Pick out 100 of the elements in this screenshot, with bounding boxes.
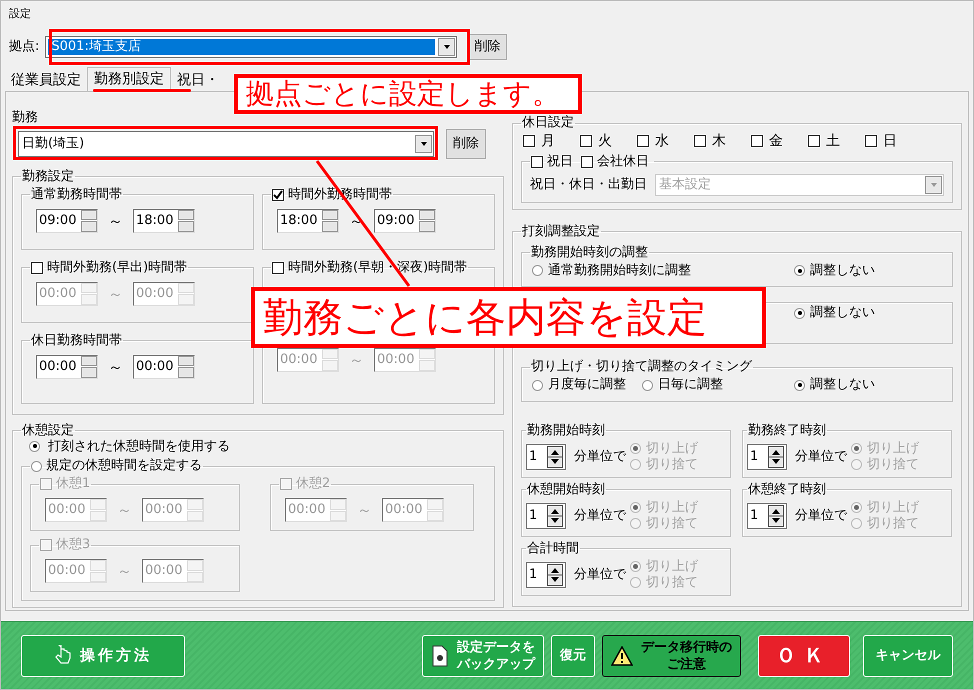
group-title: 切り上げ・切り捨て調整のタイミング (531, 359, 752, 376)
option-label: 調整しない (810, 377, 875, 393)
group-title: 休日設定 (522, 115, 574, 131)
tilde-text: ～ (108, 358, 123, 376)
option-label: 打刻された休憩時間を使用する (48, 438, 230, 454)
radio-button[interactable] (29, 440, 40, 452)
option-label: 規定の休憩時間を設定する (46, 458, 202, 474)
group-title: 休日勤務時間帯 (31, 332, 122, 349)
group-title: 休憩3 (56, 537, 90, 554)
option-label: 切り上げ (867, 500, 919, 516)
group-title: 勤務終了時刻 (748, 422, 826, 439)
shift-label: 勤務 (12, 110, 39, 126)
warning-icon (611, 646, 633, 666)
unit-label: 分単位で (574, 449, 626, 465)
option-label: 通常勤務開始時刻に調整 (548, 262, 691, 278)
option-label: 切り捨て (867, 516, 919, 532)
tilde-text: ～ (357, 501, 372, 520)
callout-text: 拠点ごとに設定します。 (234, 74, 582, 114)
time-field[interactable]: 00:00 (36, 354, 98, 379)
tab[interactable]: 祝日・ (173, 70, 223, 91)
checkbox[interactable] (272, 262, 284, 274)
tab[interactable]: 勤務別設定 (87, 67, 171, 91)
caret-icon (444, 45, 450, 49)
unit-label: 分単位で (574, 508, 626, 524)
radio-button[interactable] (794, 380, 805, 391)
branch-dropdown[interactable]: S001:埼玉支店 (45, 36, 458, 58)
radio-button[interactable] (794, 265, 805, 276)
group-title: 休憩終了時刻 (748, 482, 826, 498)
option-label: 調整しない (810, 262, 875, 278)
unit-label: 分単位で (795, 508, 847, 524)
caret-icon (930, 182, 936, 187)
day-label: 木 (712, 133, 726, 150)
day-label: 日 (883, 133, 897, 150)
group-title: 勤務開始時刻の調整 (531, 244, 648, 261)
checkbox[interactable] (523, 135, 535, 148)
tilde-text: ～ (349, 212, 364, 230)
checkbox[interactable] (637, 135, 649, 148)
unit-label: 分単位で (795, 449, 847, 465)
checkbox[interactable] (580, 135, 592, 148)
checkbox[interactable] (694, 135, 706, 148)
time-field[interactable]: 00:00 (133, 354, 195, 379)
group-title: 休憩開始時刻 (527, 482, 605, 498)
radio-button[interactable] (31, 460, 42, 472)
option-label: 切り上げ (867, 440, 919, 457)
tab[interactable]: 従業員設定 (7, 70, 85, 91)
option-label: 祝日 (547, 154, 573, 170)
delete-button[interactable]: 削除 (467, 34, 508, 60)
option-label: 月度毎に調整 (548, 377, 626, 393)
group-title: 休憩設定 (22, 422, 74, 439)
calendar-label: 祝日・休日・出勤日 (530, 177, 647, 193)
checkbox[interactable] (581, 156, 593, 168)
window-title: 設定 (8, 6, 32, 22)
checkbox[interactable] (531, 156, 543, 168)
radio-button[interactable] (532, 380, 543, 391)
radio-button[interactable] (532, 265, 543, 276)
day-label: 月 (541, 133, 555, 150)
day-label: 金 (769, 133, 783, 150)
hand-pointer-icon (54, 644, 72, 666)
shift-dropdown[interactable]: 日勤(埼玉) (18, 130, 434, 157)
checkbox[interactable] (751, 135, 763, 148)
group-title: 時間外勤務(早出)時間帯 (47, 260, 188, 276)
time-field[interactable]: 09:00 (374, 208, 436, 233)
delete-button[interactable]: 削除 (446, 128, 486, 159)
option-label: 会社休日 (597, 154, 649, 170)
time-field[interactable]: 18:00 (133, 208, 195, 233)
radio-button[interactable] (794, 308, 805, 319)
option-label: 切り捨て (646, 516, 698, 532)
day-label: 土 (826, 133, 840, 150)
spinner-icon (547, 504, 563, 527)
option-label: 切り捨て (646, 456, 698, 473)
notice-button[interactable]: データ移行時の ご注意 (602, 634, 741, 676)
time-field[interactable]: 18:00 (277, 208, 339, 233)
option-label: 日毎に調整 (658, 377, 723, 393)
option-label: 切り捨て (646, 574, 698, 591)
ok-button[interactable]: ＯＫ (758, 634, 850, 676)
spinner-icon (768, 504, 784, 527)
option-label: 切り上げ (646, 440, 698, 457)
branch-label: 拠点: (9, 39, 40, 55)
spinner-icon (768, 446, 784, 468)
checkbox[interactable] (808, 135, 820, 148)
callout-text: 勤務ごとに各内容を設定 (251, 287, 766, 348)
option-label: 切り捨て (867, 456, 919, 473)
group-title: 休憩2 (296, 476, 330, 492)
option-label: 切り上げ (646, 500, 698, 516)
caret-icon (420, 142, 426, 146)
day-label: 火 (598, 133, 612, 150)
unit-label: 分単位で (574, 567, 626, 583)
checkbox[interactable] (272, 188, 284, 201)
day-label: 水 (655, 133, 669, 150)
tilde-text: ～ (117, 501, 132, 520)
spinner-icon (547, 446, 563, 468)
tilde-text: ～ (349, 350, 364, 369)
radio-button[interactable] (642, 380, 653, 391)
time-field[interactable]: 09:00 (36, 208, 98, 233)
option-label: 切り上げ (646, 558, 698, 575)
group-title: 勤務開始時刻 (527, 422, 605, 439)
group-title: 打刻調整設定 (522, 224, 600, 240)
spinner-icon (547, 564, 563, 586)
group-title: 休憩1 (56, 476, 90, 492)
checkbox[interactable] (865, 135, 877, 148)
